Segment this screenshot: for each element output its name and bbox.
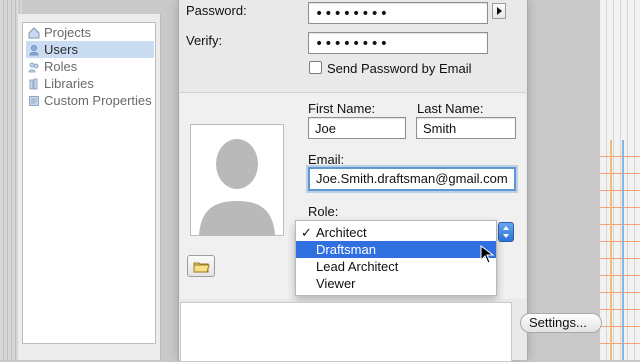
first-name-field[interactable]: Joe — [308, 117, 406, 139]
settings-button[interactable]: Settings... — [520, 313, 602, 333]
role-option-label: Draftsman — [316, 242, 376, 257]
role-label: Role: — [308, 204, 339, 219]
role-option-label: Lead Architect — [316, 259, 399, 274]
notes-pane[interactable] — [180, 302, 512, 362]
checkmark-icon: ✓ — [301, 225, 312, 240]
house-icon — [28, 26, 40, 39]
role-option-architect[interactable]: ✓ Architect — [296, 224, 496, 241]
role-option-viewer[interactable]: Viewer — [296, 275, 496, 292]
sidebar-item-label: Custom Properties — [44, 93, 152, 108]
role-popup-button[interactable] — [498, 222, 514, 242]
sidebar-item-label: Users — [44, 42, 78, 57]
email-field[interactable]: Joe.Smith.draftsman@gmail.com — [308, 167, 516, 191]
updown-arrows-icon — [503, 226, 509, 238]
password-label: Password: — [186, 3, 247, 18]
folder-icon — [193, 262, 210, 273]
choose-avatar-folder-button[interactable] — [187, 255, 215, 277]
role-option-label: Architect — [316, 225, 367, 240]
mouse-cursor-icon — [480, 245, 495, 264]
first-name-label: First Name: — [308, 101, 376, 116]
background-blueprint-right — [600, 0, 640, 360]
sidebar-item-label: Libraries — [44, 76, 94, 91]
sidebar-item-libraries[interactable]: Libraries — [26, 75, 154, 92]
disclosure-triangle-icon — [497, 7, 502, 15]
custom-properties-icon — [28, 94, 40, 106]
silhouette-avatar-icon — [191, 125, 283, 235]
send-password-checkbox[interactable] — [309, 61, 322, 74]
password-disclosure-button[interactable] — [492, 3, 506, 19]
roles-icon — [28, 60, 40, 73]
user-icon — [28, 43, 40, 56]
sidebar-item-label: Projects — [44, 25, 91, 40]
last-name-label: Last Name: — [417, 101, 484, 116]
email-label: Email: — [308, 152, 345, 167]
sidebar-item-label: Roles — [44, 59, 78, 74]
last-name-field[interactable]: Smith — [416, 117, 516, 139]
sidebar-item-roles[interactable]: Roles — [26, 58, 154, 75]
role-option-label: Viewer — [316, 276, 356, 291]
libraries-icon — [28, 77, 40, 90]
role-option-draftsman[interactable]: Draftsman — [296, 241, 496, 258]
avatar[interactable] — [190, 124, 284, 236]
role-option-lead-architect[interactable]: Lead Architect — [296, 258, 496, 275]
password-field[interactable]: •••••••• — [308, 2, 488, 24]
sidebar-item-users[interactable]: Users — [26, 41, 154, 58]
verify-label: Verify: — [186, 33, 223, 48]
send-password-label: Send Password by Email — [327, 61, 472, 76]
verify-password-field[interactable]: •••••••• — [308, 32, 488, 54]
sidebar-item-custom-properties[interactable]: Custom Properties — [26, 92, 154, 109]
sidebar-item-projects[interactable]: Projects — [26, 24, 154, 41]
role-dropdown-menu[interactable]: ✓ Architect Draftsman Lead Architect Vie… — [295, 220, 497, 296]
